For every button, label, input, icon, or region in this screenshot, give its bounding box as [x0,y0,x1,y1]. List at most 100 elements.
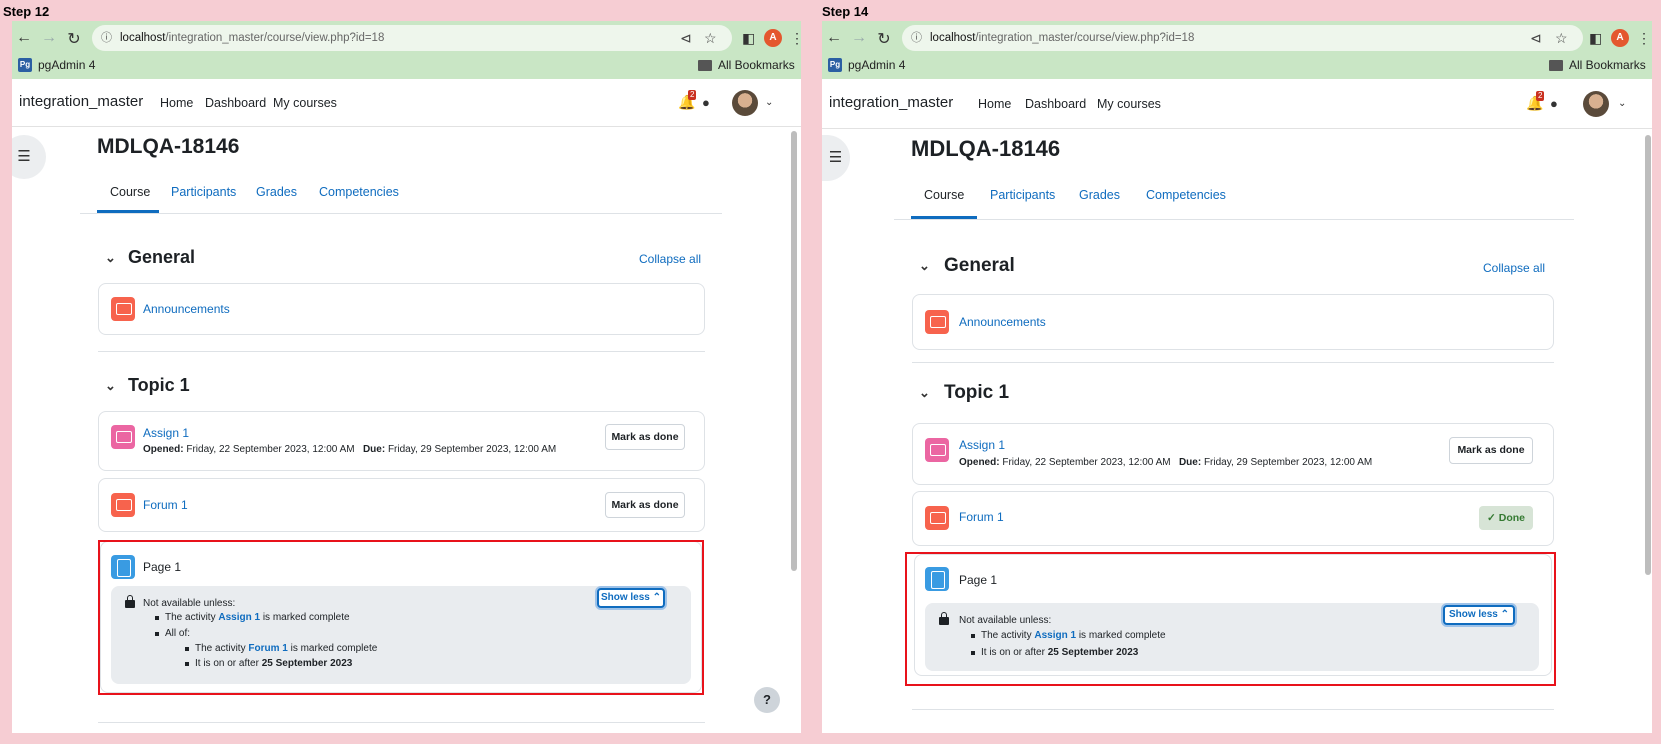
assignment-icon [925,438,949,462]
section-topic-title[interactable]: Topic 1 [128,375,190,396]
bookmark-pgadmin[interactable]: Pg pgAdmin 4 [18,58,95,72]
highlight-box [905,552,1556,686]
share-icon[interactable]: ⊲ [680,25,692,51]
announcements-link[interactable]: Announcements [143,302,230,316]
pgadmin-icon: Pg [828,58,842,72]
mark-as-done-button[interactable]: Mark as done [1449,437,1533,464]
section-divider [98,351,705,352]
share-icon[interactable]: ⊲ [1530,25,1542,51]
assignment-icon [111,425,135,449]
section-general-title[interactable]: General [944,255,1015,277]
reload-icon[interactable]: ↻ [875,29,893,49]
bookmark-star-icon[interactable]: ☆ [704,25,717,51]
course-index-toggle[interactable]: ☰ [12,135,46,179]
course-title: MDLQA-18146 [911,136,1061,161]
bookmark-star-icon[interactable]: ☆ [1555,25,1568,51]
user-menu-chevron-down-icon[interactable]: ⌄ [1618,98,1626,109]
nav-dashboard[interactable]: Dashboard [1025,97,1086,111]
tab-participants[interactable]: Participants [171,185,236,199]
bookmark-pgadmin-label: pgAdmin 4 [848,58,906,72]
step-label-right: Step 14 [822,4,869,19]
topic-chevron-down-icon[interactable]: ⌄ [105,378,116,394]
assign-link[interactable]: Assign 1 [959,438,1005,452]
browser-chrome: ← → ↻ ⓘ localhost/integration_master/cou… [822,21,1652,79]
site-info-icon[interactable]: ⓘ [101,25,112,51]
url-path: /integration_master/course/view.php?id=1… [975,32,1195,44]
menu-kebab-icon[interactable]: ⋮ [790,30,801,47]
user-avatar[interactable] [732,90,758,116]
general-chevron-down-icon[interactable]: ⌄ [105,250,116,266]
announcements-link[interactable]: Announcements [959,315,1046,329]
done-badge[interactable]: ✓ Done [1479,506,1533,530]
mark-as-done-button[interactable]: Mark as done [605,424,685,450]
site-brand[interactable]: integration_master [829,94,953,111]
section-general-title[interactable]: General [128,247,195,268]
page-scrollbar[interactable] [791,131,797,571]
nav-my-courses[interactable]: My courses [1097,97,1161,111]
mark-as-done-button[interactable]: Mark as done [605,492,685,518]
notification-badge: 2 [1536,91,1545,101]
tab-participants[interactable]: Participants [990,188,1055,202]
course-index-toggle[interactable]: ☰ [822,135,850,181]
back-icon[interactable]: ← [15,29,33,47]
section-divider [912,709,1554,710]
profile-avatar[interactable]: A [1611,29,1629,47]
site-info-icon[interactable]: ⓘ [911,25,922,51]
tab-competencies[interactable]: Competencies [1146,188,1226,202]
tab-course[interactable]: Course [924,188,964,202]
section-divider [98,722,705,723]
list-icon: ☰ [17,148,31,165]
side-panel-icon[interactable]: ◧ [1589,30,1602,47]
course-content: ☰ MDLQA-18146 Course Participants Grades… [822,129,1652,733]
forum-link[interactable]: Forum 1 [959,510,1004,524]
forum-icon [925,310,949,334]
course-title: MDLQA-18146 [97,135,240,158]
assign-link[interactable]: Assign 1 [143,426,189,440]
forum-icon [111,297,135,321]
forum-link[interactable]: Forum 1 [143,498,188,512]
help-button[interactable]: ? [754,687,780,713]
messages-icon[interactable]: ● [702,95,710,110]
address-bar[interactable]: ⓘ localhost/integration_master/course/vi… [902,25,1583,51]
tab-grades[interactable]: Grades [256,185,297,199]
reload-icon[interactable]: ↻ [65,29,83,49]
back-icon[interactable]: ← [825,29,843,47]
all-bookmarks[interactable]: All Bookmarks [698,58,795,72]
tabs-divider [80,213,722,214]
highlight-box [98,540,704,695]
page-scrollbar[interactable] [1645,135,1651,575]
messages-icon[interactable]: ● [1550,96,1558,111]
activity-card-announcements: Announcements [912,294,1554,350]
collapse-all-link[interactable]: Collapse all [1483,261,1545,275]
side-panel-icon[interactable]: ◧ [742,30,755,47]
address-bar[interactable]: ⓘ localhost/integration_master/course/vi… [92,25,732,51]
site-brand[interactable]: integration_master [19,93,143,110]
forward-icon[interactable]: → [40,29,58,47]
tab-grades[interactable]: Grades [1079,188,1120,202]
url-path: /integration_master/course/view.php?id=1… [165,32,385,44]
topic-chevron-down-icon[interactable]: ⌄ [919,385,930,401]
user-menu-chevron-down-icon[interactable]: ⌄ [765,97,773,108]
menu-kebab-icon[interactable]: ⋮ [1637,30,1651,47]
collapse-all-link[interactable]: Collapse all [639,252,701,266]
nav-home[interactable]: Home [160,96,193,110]
nav-my-courses[interactable]: My courses [273,96,337,110]
forward-icon[interactable]: → [850,29,868,47]
nav-home[interactable]: Home [978,97,1011,111]
section-topic-title[interactable]: Topic 1 [944,382,1009,404]
general-chevron-down-icon[interactable]: ⌄ [919,258,930,274]
tab-course[interactable]: Course [110,185,150,199]
bookmark-pgadmin[interactable]: Pg pgAdmin 4 [828,58,905,72]
screenshot-step-12: ← → ↻ ⓘ localhost/integration_master/cou… [12,21,801,733]
user-avatar[interactable] [1583,91,1609,117]
activity-card-forum: Forum 1 Mark as done [98,478,705,532]
all-bookmarks[interactable]: All Bookmarks [1549,58,1646,72]
assign-dates: Opened: Friday, 22 September 2023, 12:00… [143,444,557,455]
profile-avatar[interactable]: A [764,29,782,47]
step-label-left: Step 12 [3,4,50,19]
tab-competencies[interactable]: Competencies [319,185,399,199]
course-content: ☰ MDLQA-18146 Course Participants Grades… [12,127,801,733]
pgadmin-icon: Pg [18,58,32,72]
nav-dashboard[interactable]: Dashboard [205,96,266,110]
bookmark-pgadmin-label: pgAdmin 4 [38,58,96,72]
